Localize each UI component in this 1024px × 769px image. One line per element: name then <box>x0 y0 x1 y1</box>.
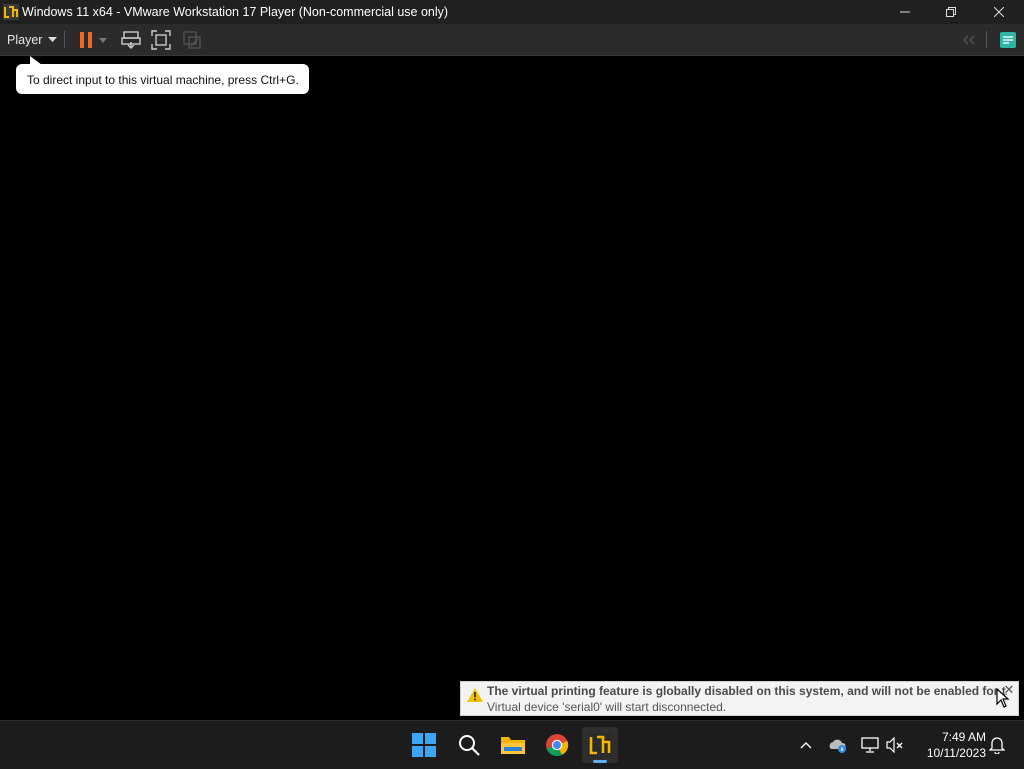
player-menu-button[interactable]: Player <box>0 24 63 55</box>
unity-button[interactable] <box>181 29 203 51</box>
full-screen-icon <box>151 30 171 50</box>
minimize-icon <box>900 11 910 13</box>
vmware-icon <box>588 733 612 757</box>
notifications-icon <box>989 737 1005 754</box>
clock-date: 10/11/2023 <box>926 746 986 760</box>
chevron-up-icon <box>800 742 812 749</box>
title-bar: Windows 11 x64 - VMware Workstation 17 P… <box>0 0 1024 24</box>
vm-notification: The virtual printing feature is globally… <box>460 681 1019 716</box>
onedrive-icon <box>829 739 846 753</box>
full-screen-button[interactable] <box>150 29 172 51</box>
vm-toolbar: Player <box>0 24 1024 56</box>
mouse-cursor-icon <box>996 688 1010 708</box>
pause-button[interactable] <box>75 29 97 51</box>
close-icon <box>994 7 1004 17</box>
clock-time: 7:49 AM <box>941 730 986 744</box>
restore-icon <box>946 7 956 17</box>
back-icon <box>963 35 975 45</box>
chevron-down-icon <box>48 36 58 42</box>
volume-icon <box>886 737 903 753</box>
chrome-icon <box>546 734 569 757</box>
notifications-button[interactable] <box>987 735 1007 755</box>
toolbar-divider <box>64 31 65 48</box>
back-button[interactable] <box>958 29 980 51</box>
tooltip-text: To direct input to this virtual machine,… <box>27 73 299 87</box>
active-app-indicator <box>593 760 607 763</box>
network-tray-button[interactable] <box>860 735 880 755</box>
system-clock[interactable]: 7:49 AM 10/11/2023 <box>914 729 986 761</box>
vmware-app-icon <box>3 4 19 20</box>
warning-icon <box>467 688 483 702</box>
restore-button[interactable] <box>928 0 974 24</box>
network-icon <box>861 737 879 753</box>
taskbar: 7:49 AM 10/11/2023 <box>0 720 1024 769</box>
send-ctrl-alt-del-icon <box>121 31 141 49</box>
library-button[interactable] <box>997 29 1019 51</box>
start-icon <box>412 733 436 757</box>
send-ctrl-alt-del-button[interactable] <box>120 29 142 51</box>
notification-title: The virtual printing feature is globally… <box>487 684 1007 698</box>
player-menu-label: Player <box>7 32 43 47</box>
toolbar-divider <box>986 31 987 48</box>
vmware-taskbar-button[interactable] <box>582 727 618 763</box>
dropdown-icon <box>99 37 107 43</box>
volume-tray-button[interactable] <box>885 735 905 755</box>
window-title: Windows 11 x64 - VMware Workstation 17 P… <box>22 5 449 19</box>
onedrive-tray-button[interactable] <box>828 735 848 755</box>
chrome-button[interactable] <box>539 727 575 763</box>
file-explorer-button[interactable] <box>495 727 531 763</box>
close-button[interactable] <box>976 0 1022 24</box>
library-icon <box>1000 32 1016 48</box>
pause-icon <box>80 32 92 48</box>
input-hint-tooltip: To direct input to this virtual machine,… <box>16 56 309 94</box>
file-explorer-icon <box>501 737 525 754</box>
power-options-dropdown[interactable] <box>96 29 110 51</box>
notification-message: Virtual device 'serial0' will start disc… <box>487 700 727 714</box>
start-button[interactable] <box>406 727 442 763</box>
minimize-button[interactable] <box>882 0 928 24</box>
show-hidden-icons-button[interactable] <box>796 735 816 755</box>
search-icon <box>459 735 480 756</box>
unity-icon <box>183 31 201 49</box>
tooltip-arrow <box>30 56 42 65</box>
search-button[interactable] <box>451 727 487 763</box>
